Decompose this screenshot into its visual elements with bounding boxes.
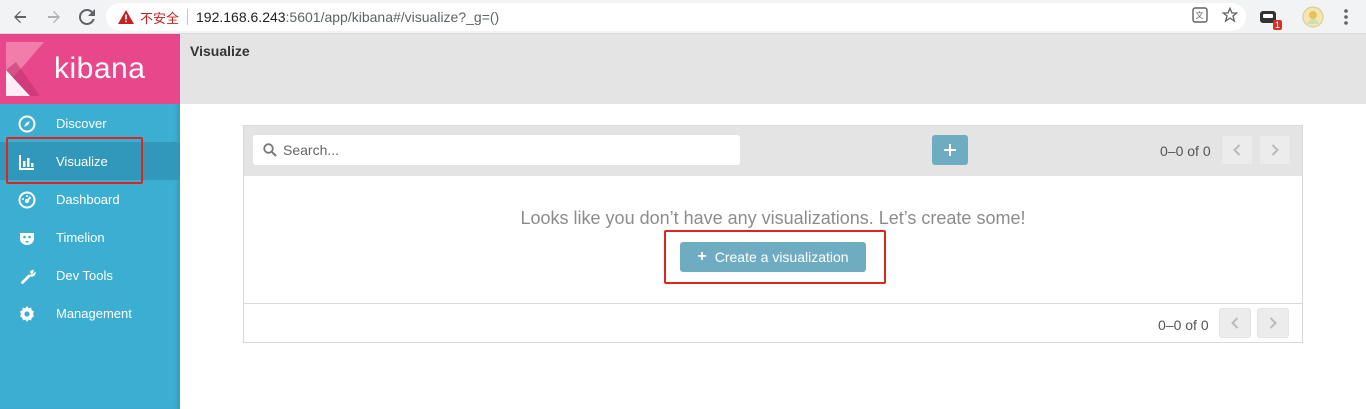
sidebar-item-label: Management bbox=[56, 306, 132, 321]
bar-chart-icon bbox=[17, 152, 37, 172]
add-visualization-button[interactable] bbox=[932, 135, 968, 165]
browser-toolbar: 不安全 192.168.6.243:5601/app/kibana#/visua… bbox=[0, 0, 1366, 34]
avatar bbox=[1302, 6, 1324, 28]
sidebar-item-label: Timelion bbox=[56, 230, 105, 245]
arrow-right-icon bbox=[48, 11, 60, 23]
next-page-button-bottom[interactable] bbox=[1257, 308, 1289, 338]
url-path: :5601/app/kibana#/visualize?_g=() bbox=[285, 9, 500, 25]
star-icon[interactable] bbox=[1221, 6, 1239, 28]
arrow-left-icon bbox=[14, 11, 26, 23]
browser-menu-button[interactable] bbox=[1335, 6, 1357, 28]
security-label[interactable]: 不安全 bbox=[140, 8, 179, 27]
url-host: 192.168.6.243 bbox=[196, 9, 286, 25]
prev-page-button-bottom[interactable] bbox=[1219, 308, 1251, 338]
sidebar-item-label: Discover bbox=[56, 116, 107, 131]
profile-button[interactable] bbox=[1302, 6, 1324, 28]
empty-state-message: Looks like you don’t have any visualizat… bbox=[520, 208, 1026, 228]
warning-icon bbox=[118, 9, 134, 25]
svg-text:文: 文 bbox=[1196, 10, 1204, 20]
search-icon bbox=[263, 143, 277, 157]
logo-text: kibana bbox=[54, 52, 146, 85]
gauge-icon bbox=[17, 190, 37, 210]
chevron-left-icon bbox=[1233, 144, 1241, 156]
chevron-left-icon bbox=[1231, 317, 1239, 329]
create-button-label: Create a visualization bbox=[714, 249, 849, 265]
gear-icon bbox=[17, 304, 37, 324]
extension-button[interactable]: 1 bbox=[1257, 6, 1282, 30]
page-header: Visualize bbox=[180, 34, 1366, 104]
page-title: Visualize bbox=[190, 43, 250, 59]
visualization-list-panel: 0–0 of 0 Looks like you don’t have any v… bbox=[243, 125, 1303, 343]
compass-icon bbox=[17, 114, 37, 134]
forward-button[interactable] bbox=[42, 5, 66, 29]
reload-button[interactable] bbox=[75, 5, 99, 29]
extension-badge: 1 bbox=[1272, 20, 1282, 30]
translate-icon[interactable]: 文 bbox=[1192, 7, 1208, 28]
sidebar-nav: Discover Visualize Dashboard Timelion De… bbox=[0, 104, 180, 332]
address-bar[interactable]: 不安全 192.168.6.243:5601/app/kibana#/visua… bbox=[106, 3, 1246, 31]
sidebar-item-dev-tools[interactable]: Dev Tools bbox=[0, 256, 180, 294]
chevron-right-icon bbox=[1269, 317, 1277, 329]
divider bbox=[244, 303, 1302, 304]
sidebar-item-discover[interactable]: Discover bbox=[0, 104, 180, 142]
pagination-count: 0–0 of 0 bbox=[1160, 143, 1211, 159]
chevron-right-icon bbox=[1271, 144, 1279, 156]
prev-page-button[interactable] bbox=[1221, 135, 1253, 165]
create-visualization-button[interactable]: + Create a visualization bbox=[680, 242, 866, 272]
timelion-icon bbox=[17, 228, 37, 248]
sidebar-item-label: Visualize bbox=[56, 154, 108, 169]
reload-icon bbox=[79, 9, 95, 25]
sidebar: kibana Discover Visualize Dashboard Time… bbox=[0, 34, 180, 409]
sidebar-item-management[interactable]: Management bbox=[0, 294, 180, 332]
wrench-icon bbox=[17, 266, 37, 286]
sidebar-item-dashboard[interactable]: Dashboard bbox=[0, 180, 180, 218]
next-page-button[interactable] bbox=[1259, 135, 1291, 165]
sidebar-item-timelion[interactable]: Timelion bbox=[0, 218, 180, 256]
plus-icon bbox=[944, 144, 956, 156]
sidebar-item-label: Dev Tools bbox=[56, 268, 113, 283]
kibana-logo[interactable]: kibana bbox=[0, 34, 180, 104]
pagination-count-bottom: 0–0 of 0 bbox=[1158, 317, 1209, 333]
search-input[interactable] bbox=[283, 142, 723, 158]
back-button[interactable] bbox=[8, 5, 32, 29]
sidebar-item-visualize[interactable]: Visualize bbox=[0, 142, 180, 180]
plus-icon: + bbox=[697, 248, 707, 265]
divider bbox=[187, 9, 189, 25]
sidebar-item-label: Dashboard bbox=[56, 192, 120, 207]
list-toolbar: 0–0 of 0 bbox=[244, 126, 1302, 176]
kibana-logo-icon bbox=[6, 42, 44, 96]
search-box[interactable] bbox=[253, 135, 740, 165]
more-vertical-icon bbox=[1344, 9, 1348, 25]
